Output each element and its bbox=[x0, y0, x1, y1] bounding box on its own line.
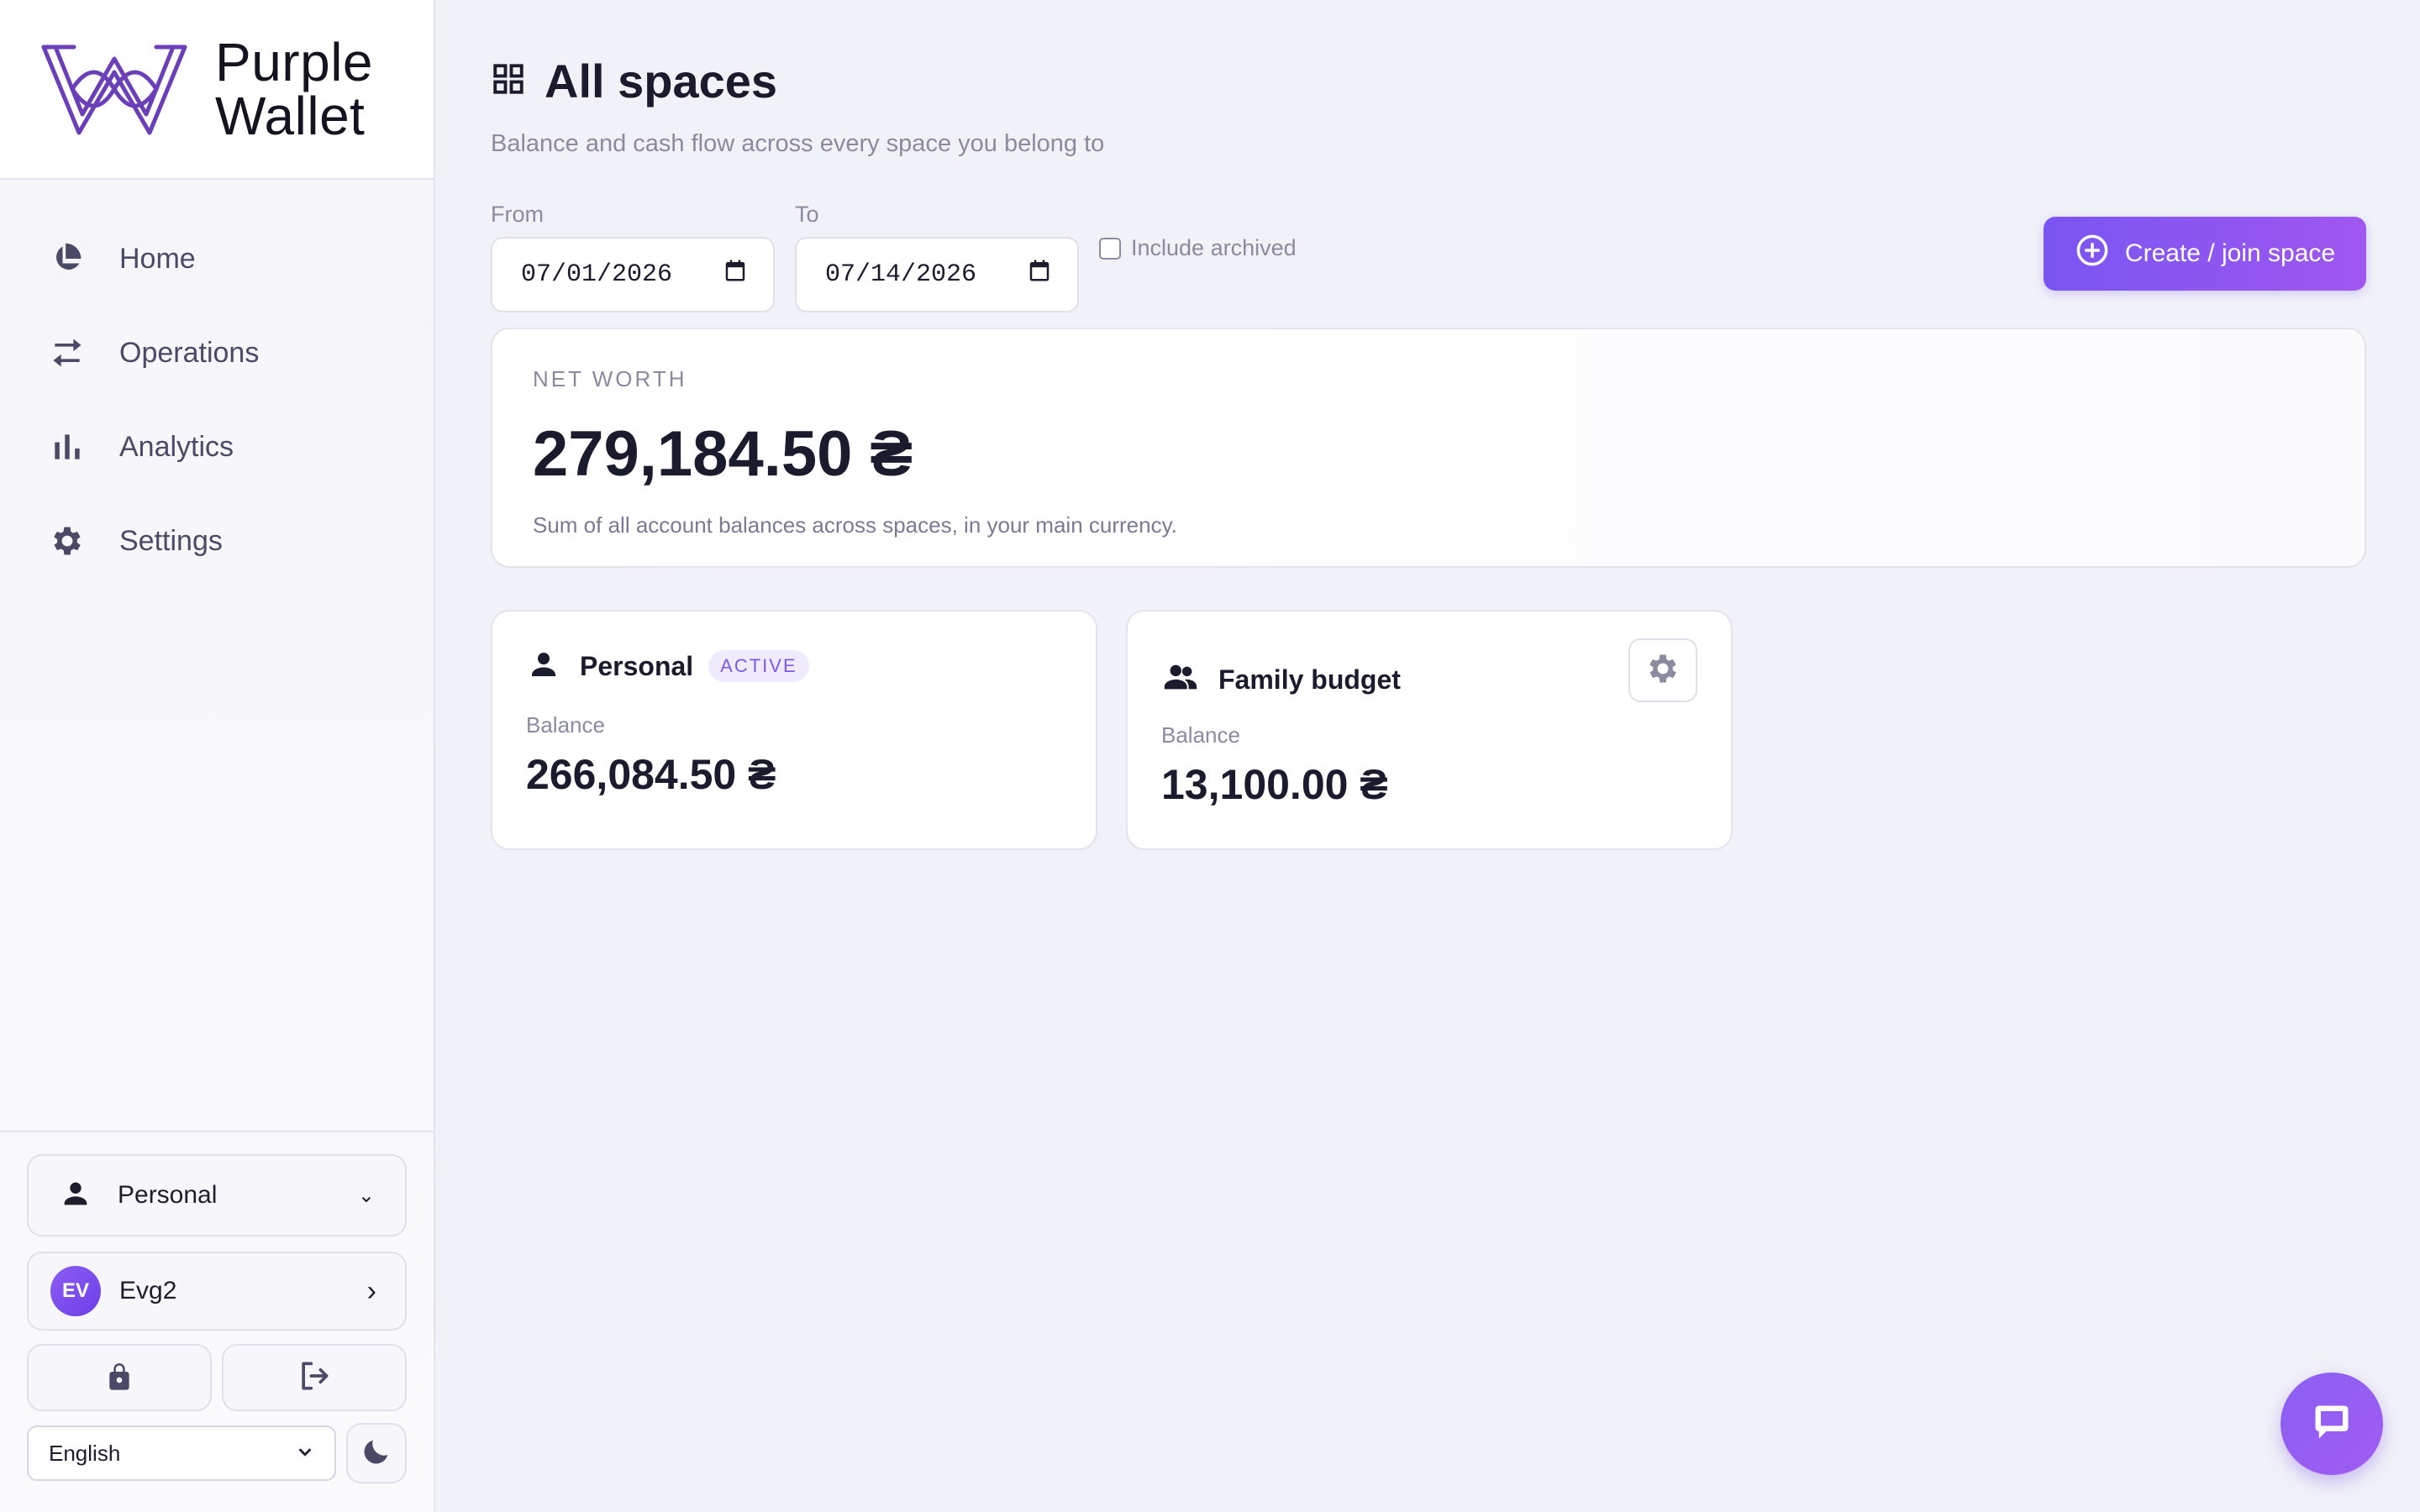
from-label: From bbox=[491, 202, 544, 227]
purple-wallet-logo-icon bbox=[41, 45, 187, 135]
language-select[interactable]: English bbox=[27, 1425, 337, 1481]
space-balance-value: 13,100.00 ₴ bbox=[1161, 761, 1388, 808]
chat-support-button[interactable] bbox=[2281, 1373, 2383, 1475]
calendar-icon[interactable] bbox=[723, 258, 748, 291]
space-switcher-label: Personal bbox=[118, 1181, 218, 1209]
theme-toggle-button[interactable] bbox=[346, 1423, 407, 1483]
page-title: All spaces bbox=[544, 55, 778, 108]
chevron-down-icon: ⌄ bbox=[357, 1184, 375, 1207]
space-card-header: Personal ACTIVE bbox=[526, 637, 1062, 696]
chevron-down-icon bbox=[296, 1441, 314, 1467]
to-field: To 07/14/2026 bbox=[795, 202, 1079, 312]
nav-label-operations: Operations bbox=[119, 336, 260, 369]
nav-label-analytics: Analytics bbox=[119, 430, 234, 463]
space-switcher[interactable]: Personal ⌄ bbox=[27, 1154, 407, 1236]
main-nav: Home Operations Analytics Settings bbox=[0, 180, 434, 588]
create-join-space-label: Create / join space bbox=[2124, 239, 2336, 267]
space-cards: Personal ACTIVE Balance 266,084.50 ₴ Fam… bbox=[491, 610, 2366, 850]
space-balance-label: Balance bbox=[1161, 722, 1240, 748]
include-archived-toggle[interactable]: Include archived bbox=[1099, 235, 1297, 261]
lock-button[interactable] bbox=[27, 1344, 212, 1411]
arrows-swap-icon bbox=[49, 334, 86, 371]
quick-actions bbox=[27, 1344, 407, 1411]
space-card-personal[interactable]: Personal ACTIVE Balance 266,084.50 ₴ bbox=[491, 610, 1097, 850]
nav-item-home[interactable]: Home bbox=[0, 212, 434, 306]
space-name: Family budget bbox=[1218, 664, 1401, 695]
space-name: Personal bbox=[580, 650, 694, 681]
sidebar-footer: Personal ⌄ EV Evg2 › English bbox=[0, 1131, 434, 1512]
app-root: Purple Wallet Home Operations Analytics … bbox=[0, 0, 2420, 1512]
space-balance-label: Balance bbox=[526, 712, 605, 738]
plus-circle-icon bbox=[2075, 233, 2110, 275]
logout-icon bbox=[296, 1357, 333, 1399]
space-card-family-budget[interactable]: Family budget Balance 13,100.00 ₴ bbox=[1126, 610, 1733, 850]
nav-item-analytics[interactable]: Analytics bbox=[0, 400, 434, 494]
grid-icon bbox=[491, 61, 526, 101]
user-name: Evg2 bbox=[119, 1277, 177, 1305]
user-profile-button[interactable]: EV Evg2 › bbox=[27, 1252, 407, 1331]
main-content: All spaces Balance and cash flow across … bbox=[435, 0, 2420, 1512]
net-worth-value: 279,184.50 ₴ bbox=[533, 418, 913, 490]
nav-label-home: Home bbox=[119, 242, 196, 275]
page-subtitle: Balance and cash flow across every space… bbox=[491, 130, 1105, 157]
pie-chart-icon bbox=[49, 240, 86, 277]
language-row: English bbox=[27, 1423, 407, 1483]
include-archived-checkbox[interactable] bbox=[1099, 237, 1121, 260]
net-worth-note: Sum of all account balances across space… bbox=[533, 512, 1177, 538]
filters-bar: From 07/01/2026 To 07/14/2026 Include ar… bbox=[491, 202, 2366, 312]
calendar-icon[interactable] bbox=[1027, 258, 1052, 291]
group-icon bbox=[1161, 659, 1200, 701]
chat-bubble-icon bbox=[2310, 1400, 2354, 1448]
brand-name: Purple Wallet bbox=[215, 35, 373, 143]
nav-item-operations[interactable]: Operations bbox=[0, 306, 434, 400]
net-worth-card: NET WORTH 279,184.50 ₴ Sum of all accoun… bbox=[491, 328, 2366, 568]
moon-icon bbox=[360, 1435, 393, 1473]
nav-item-settings[interactable]: Settings bbox=[0, 494, 434, 588]
from-date-value: 07/01/2026 bbox=[521, 260, 673, 289]
page-header: All spaces bbox=[491, 54, 2366, 108]
space-balance-value: 266,084.50 ₴ bbox=[526, 751, 776, 798]
from-date-input[interactable]: 07/01/2026 bbox=[491, 237, 775, 312]
include-archived-label: Include archived bbox=[1131, 235, 1297, 260]
to-date-value: 07/14/2026 bbox=[825, 260, 977, 289]
from-field: From 07/01/2026 bbox=[491, 202, 775, 312]
bar-chart-icon bbox=[49, 428, 86, 465]
gear-icon bbox=[49, 522, 86, 559]
brand-line-1: Purple bbox=[215, 32, 373, 92]
create-join-space-button[interactable]: Create / join space bbox=[2044, 217, 2366, 291]
space-card-header: Family budget bbox=[1161, 650, 1697, 709]
net-worth-label: NET WORTH bbox=[533, 366, 687, 391]
lock-icon bbox=[103, 1359, 136, 1397]
status-badge: ACTIVE bbox=[708, 650, 809, 682]
person-icon bbox=[59, 1177, 92, 1215]
nav-label-settings: Settings bbox=[119, 524, 223, 557]
brand-line-2: Wallet bbox=[215, 86, 366, 146]
gear-icon bbox=[1644, 650, 1681, 691]
to-label: To bbox=[795, 202, 819, 227]
language-selected: English bbox=[49, 1440, 121, 1466]
to-date-input[interactable]: 07/14/2026 bbox=[795, 237, 1079, 312]
chevron-right-icon: › bbox=[366, 1274, 376, 1307]
sidebar: Purple Wallet Home Operations Analytics … bbox=[0, 0, 435, 1512]
person-icon bbox=[526, 647, 561, 686]
logout-button[interactable] bbox=[222, 1344, 407, 1411]
brand[interactable]: Purple Wallet bbox=[0, 0, 434, 180]
avatar: EV bbox=[50, 1266, 101, 1316]
space-settings-button[interactable] bbox=[1628, 638, 1697, 702]
